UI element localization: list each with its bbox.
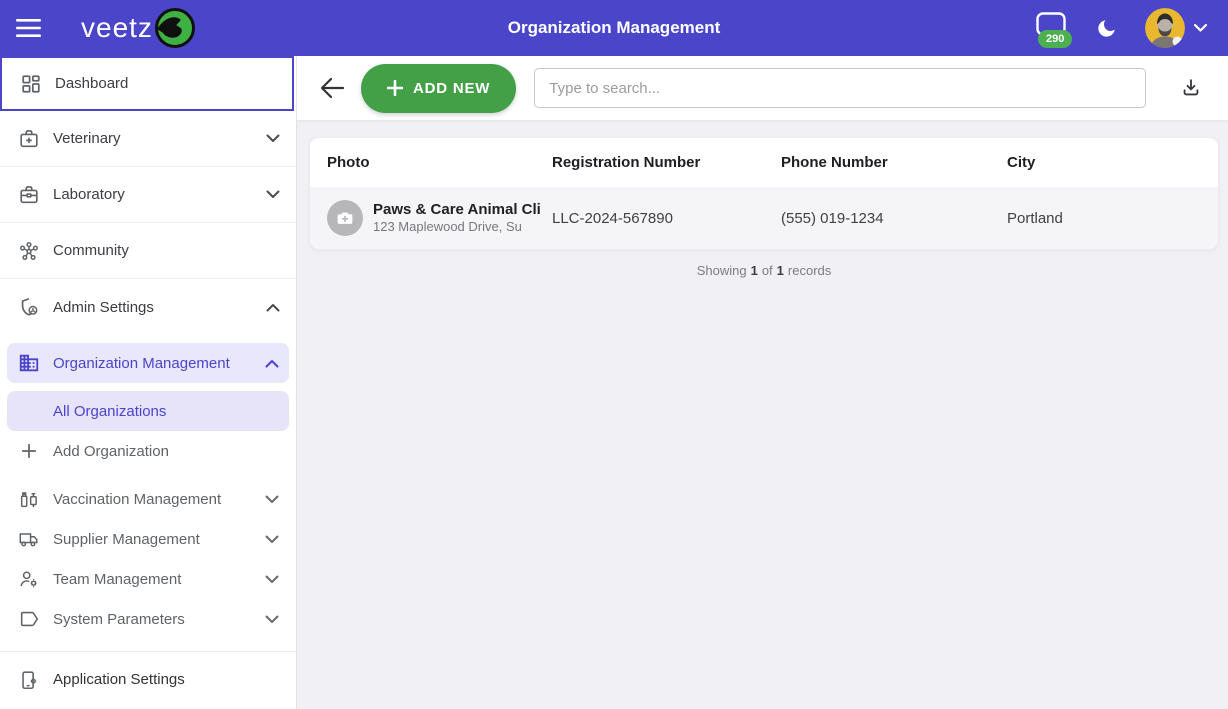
organizations-table: Photo Registration Number Phone Number C…: [309, 137, 1219, 250]
main-content: ADD NEW Photo Registration Number Phone …: [297, 56, 1228, 709]
hamburger-icon: [16, 18, 41, 38]
add-new-button[interactable]: ADD NEW: [361, 64, 516, 113]
building-icon: [18, 352, 40, 374]
organization-identity: Paws & Care Animal Cli 123 Maplewood Dri…: [373, 201, 546, 235]
briefcase-icon: [18, 184, 40, 206]
plus-icon: [387, 80, 403, 96]
records-summary: Showing 1 of 1 records: [309, 263, 1219, 278]
sidebar-item-vaccination-management[interactable]: Vaccination Management: [7, 479, 289, 519]
phone-number-cell: (555) 019-1234: [781, 210, 1007, 227]
records-summary-text: of: [762, 263, 773, 278]
add-new-label: ADD NEW: [413, 80, 490, 97]
records-summary-text: records: [788, 263, 831, 278]
organizations-list: Photo Registration Number Phone Number C…: [297, 121, 1228, 278]
photo-placeholder: [327, 200, 363, 236]
app-settings-icon: [18, 669, 40, 691]
camera-plus-icon: [335, 208, 355, 228]
chevron-down-icon: [265, 615, 279, 624]
city-cell: Portland: [1007, 210, 1218, 227]
sidebar: Dashboard Veterinary Laboratory Communit…: [0, 56, 297, 709]
organization-address: 123 Maplewood Drive, Su: [373, 219, 522, 234]
sidebar-item-application-settings[interactable]: Application Settings: [0, 651, 296, 707]
brand-logo-icon: [151, 5, 197, 51]
registration-number-cell: LLC-2024-567890: [552, 210, 781, 227]
vaccine-icon: [18, 488, 40, 510]
chevron-down-icon: [265, 535, 279, 544]
sidebar-item-admin-settings[interactable]: Admin Settings: [0, 279, 296, 335]
hamburger-menu-button[interactable]: [12, 14, 45, 42]
user-menu[interactable]: [1145, 8, 1208, 48]
sidebar-item-dashboard[interactable]: Dashboard: [0, 56, 294, 111]
back-button[interactable]: [317, 75, 347, 101]
medical-bag-icon: [18, 128, 40, 150]
column-header-registration-number: Registration Number: [552, 154, 781, 171]
admin-shield-icon: [18, 296, 40, 318]
records-total-count: 1: [777, 263, 784, 278]
sidebar-item-label: Veterinary: [53, 130, 266, 147]
sidebar-item-label: Community: [53, 242, 280, 259]
chevron-down-icon: [265, 495, 279, 504]
app-header: veetz Organization Management 290: [0, 0, 1228, 56]
toolbar: ADD NEW: [297, 56, 1228, 121]
moon-icon: [1095, 17, 1118, 40]
plus-icon: [18, 440, 40, 462]
records-summary-text: Showing: [697, 263, 747, 278]
arrow-left-icon: [319, 77, 345, 99]
sidebar-item-label: All Organizations: [53, 403, 279, 420]
sidebar-item-team-management[interactable]: Team Management: [7, 559, 289, 599]
column-header-city: City: [1007, 154, 1218, 171]
person-gear-icon: [18, 568, 40, 590]
chevron-down-icon: [266, 134, 280, 143]
page-title: Organization Management: [508, 18, 721, 38]
sidebar-item-veterinary[interactable]: Veterinary: [0, 111, 296, 167]
sidebar-item-all-organizations[interactable]: All Organizations: [7, 391, 289, 431]
search-input[interactable]: [534, 68, 1146, 108]
dashboard-icon: [20, 73, 42, 95]
column-header-phone-number: Phone Number: [781, 154, 1007, 171]
sidebar-item-supplier-management[interactable]: Supplier Management: [7, 519, 289, 559]
sidebar-item-label: Vaccination Management: [53, 491, 265, 508]
organization-name: Paws & Care Animal Cli: [373, 201, 541, 218]
chevron-down-icon: [265, 575, 279, 584]
column-header-photo: Photo: [327, 154, 552, 171]
sidebar-item-label: Application Settings: [53, 671, 280, 688]
sidebar-item-system-parameters[interactable]: System Parameters: [7, 599, 289, 639]
download-button[interactable]: [1178, 75, 1204, 101]
sidebar-item-label: Team Management: [53, 571, 265, 588]
sidebar-item-add-organization[interactable]: Add Organization: [7, 431, 289, 471]
table-row[interactable]: Paws & Care Animal Cli 123 Maplewood Dri…: [310, 187, 1218, 249]
records-shown-count: 1: [751, 263, 758, 278]
sidebar-item-label: Dashboard: [55, 75, 276, 92]
sidebar-item-label: Admin Settings: [53, 299, 266, 316]
sidebar-item-label: Laboratory: [53, 186, 266, 203]
sidebar-item-community[interactable]: Community: [0, 223, 296, 279]
truck-icon: [18, 528, 40, 550]
brand[interactable]: veetz: [81, 5, 197, 51]
sidebar-item-label: System Parameters: [53, 611, 265, 628]
device-count-button[interactable]: 290: [1034, 6, 1068, 50]
hub-icon: [18, 240, 40, 262]
label-tag-icon: [18, 608, 40, 630]
chevron-down-icon: [1193, 23, 1208, 33]
sidebar-item-organization-management[interactable]: Organization Management: [7, 343, 289, 383]
sidebar-item-label: Supplier Management: [53, 531, 265, 548]
brand-name: veetz: [81, 14, 153, 42]
sidebar-item-label: Organization Management: [53, 355, 265, 372]
avatar: [1145, 8, 1185, 48]
organization-photo-cell: Paws & Care Animal Cli 123 Maplewood Dri…: [327, 200, 552, 236]
header-actions: 290: [1034, 6, 1228, 50]
chevron-up-icon: [266, 303, 280, 312]
table-header: Photo Registration Number Phone Number C…: [310, 138, 1218, 187]
sidebar-item-laboratory[interactable]: Laboratory: [0, 167, 296, 223]
device-count-badge: 290: [1038, 30, 1072, 48]
download-icon: [1180, 77, 1202, 99]
sidebar-item-label: Add Organization: [53, 443, 279, 460]
dark-mode-toggle[interactable]: [1095, 17, 1118, 40]
chevron-up-icon: [265, 359, 279, 368]
chevron-down-icon: [266, 190, 280, 199]
